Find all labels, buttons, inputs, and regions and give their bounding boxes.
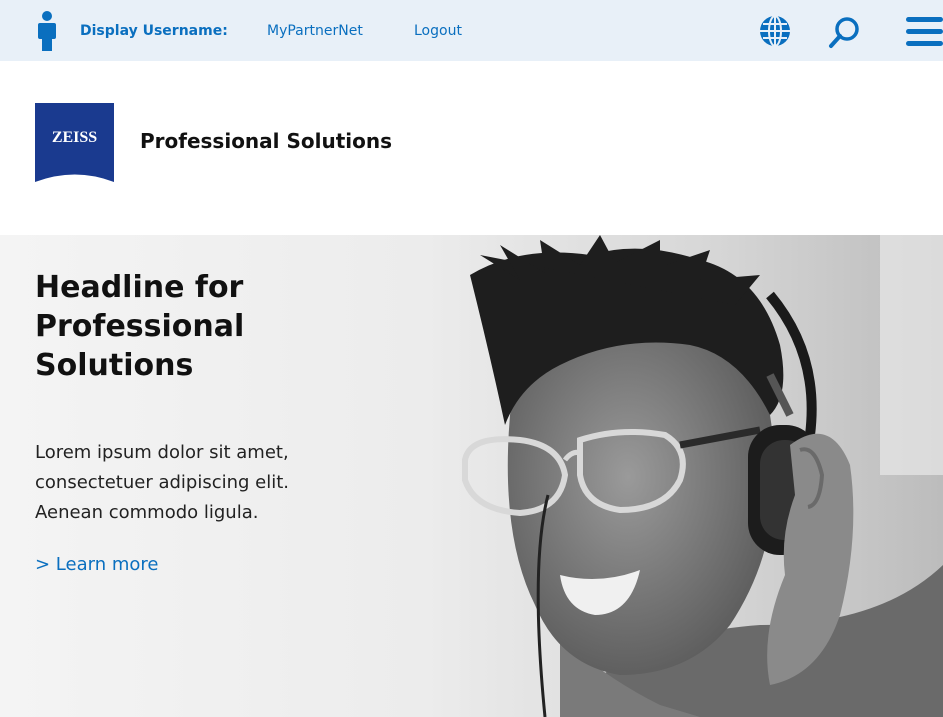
menu-button[interactable] [906, 14, 943, 50]
search-icon [829, 17, 859, 48]
zeiss-logo[interactable]: ZEISS [35, 103, 114, 182]
display-username-label: Display Username: [80, 23, 228, 39]
search-button[interactable] [827, 14, 863, 50]
hero-headline: Headline for Professional Solutions [35, 270, 245, 383]
user-icon [38, 11, 56, 51]
top-utility-bar: Display Username: MyPartnerNet Logout [0, 0, 943, 61]
mypartnernet-link[interactable]: MyPartnerNet [267, 23, 363, 39]
menu-icon [906, 17, 943, 46]
logo-wordmark: ZEISS [52, 129, 97, 146]
hero-body-text: Lorem ipsum dolor sit amet, consectetuer… [35, 442, 290, 523]
logout-link[interactable]: Logout [414, 23, 462, 39]
brand-title: Professional Solutions [140, 129, 393, 153]
learn-more-link[interactable]: > Learn more [35, 554, 158, 575]
language-button[interactable] [758, 14, 792, 48]
globe-icon [760, 15, 790, 47]
